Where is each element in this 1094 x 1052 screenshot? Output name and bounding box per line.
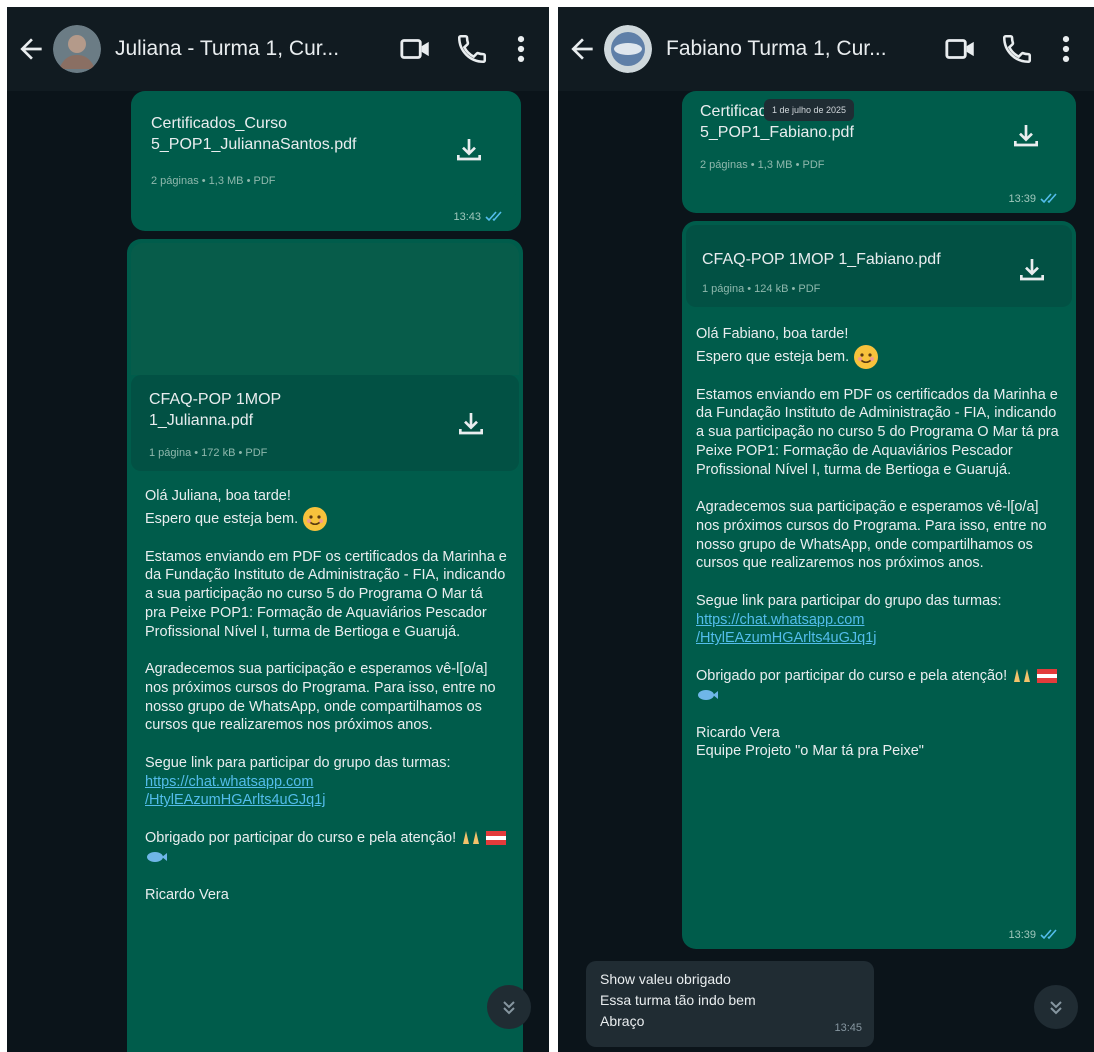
paragraph-thanks: Agradecemos sua participação e esperamos… (696, 499, 1047, 572)
document-name-line: 5_POP1_Fabiano.pdf (700, 124, 854, 141)
paragraph-thanks: Agradecemos sua participação e esperamos… (145, 661, 496, 734)
message-list[interactable]: Certificados_Curso 5_POP1_Fabiano.pdf 2 … (558, 91, 1094, 1052)
document-name-line: 5_POP1_JuliannaSantos.pdf (151, 136, 357, 153)
back-arrow-icon[interactable] (15, 33, 47, 65)
incoming-message[interactable]: Show valeu obrigado Essa turma tão indo … (586, 961, 874, 1047)
message-line: Show valeu obrigado (600, 971, 731, 987)
wish-text: Espero que esteja bem. (696, 348, 850, 365)
document-name: Certificados_Curso 5_POP1_JuliannaSantos… (151, 113, 441, 155)
link-line[interactable]: /HtylEAzumHGArlts4uGJq1j (145, 792, 326, 808)
contact-name[interactable]: Juliana - Turma 1, Cur... (115, 37, 399, 61)
chat-header: Fabiano Turma 1, Cur... (558, 7, 1094, 91)
contact-avatar[interactable] (604, 25, 652, 73)
brazil-flag-emoji (1037, 669, 1058, 684)
scroll-down-icon (1050, 1001, 1062, 1015)
message-text: Olá Juliana, boa tarde! Espero que estej… (145, 487, 507, 923)
document-card[interactable]: Certificados_Curso 5_POP1_Fabiano.pdf 2 … (686, 95, 1072, 185)
contact-avatar[interactable] (53, 25, 101, 73)
link-intro: Segue link para participar do grupo das … (145, 755, 451, 772)
document-message[interactable]: Certificados_Curso 5_POP1_JuliannaSantos… (131, 91, 521, 231)
wish-text: Espero que esteja bem. (145, 510, 299, 527)
document-card[interactable]: CFAQ-POP 1MOP 1_Julianna.pdf 1 página • … (131, 375, 519, 471)
document-meta: 2 páginas • 1,3 MB • PDF (700, 159, 825, 171)
paragraph-certificates: Estamos enviando em PDF os certificados … (696, 386, 1059, 478)
document-message-with-caption[interactable]: CFAQ-POP 1MOP 1_Fabiano.pdf 1 página • 1… (682, 221, 1076, 949)
message-time: 13:39 (1008, 193, 1062, 205)
link-line[interactable]: https://chat.whatsapp.com (696, 612, 864, 628)
document-name: CFAQ-POP 1MOP 1_Fabiano.pdf (702, 251, 941, 268)
message-list[interactable]: Certificados_Curso 5_POP1_JuliannaSantos… (7, 91, 549, 1052)
chat-header: Juliana - Turma 1, Cur... (7, 7, 549, 91)
more-options-icon[interactable] (511, 32, 531, 66)
link-line[interactable]: /HtylEAzumHGArlts4uGJq1j (696, 630, 877, 646)
signature-text: Ricardo Vera (696, 724, 780, 741)
praying-hands-emoji (1014, 669, 1031, 683)
document-message[interactable]: Certificados_Curso 5_POP1_Fabiano.pdf 2 … (682, 91, 1076, 213)
time-label: 13:43 (453, 211, 481, 223)
message-time: 13:39 (1008, 929, 1062, 941)
group-link[interactable]: https://chat.whatsapp.com/HtylEAzumHGArl… (696, 612, 877, 647)
document-meta: 2 páginas • 1,3 MB • PDF (151, 175, 276, 187)
contact-name[interactable]: Fabiano Turma 1, Cur... (666, 37, 944, 61)
fish-emoji (698, 690, 718, 701)
praying-hands-emoji (463, 831, 480, 845)
date-chip: 1 de julho de 2025 (764, 99, 855, 121)
download-icon[interactable] (1016, 255, 1048, 287)
team-text: Equipe Projeto "o Mar tá pra Peixe" (696, 743, 924, 760)
link-intro: Segue link para participar do grupo das … (696, 593, 1002, 610)
thanks-text: Obrigado por participar do curso e pela … (145, 830, 457, 847)
more-options-icon[interactable] (1056, 32, 1076, 66)
link-line[interactable]: https://chat.whatsapp.com (145, 774, 313, 790)
video-call-icon[interactable] (944, 32, 978, 66)
document-card[interactable]: Certificados_Curso 5_POP1_JuliannaSantos… (135, 95, 517, 199)
thanks-text: Obrigado por participar do curso e pela … (696, 668, 1008, 685)
document-meta: 1 página • 172 kB • PDF (149, 447, 268, 459)
scroll-to-bottom-button[interactable] (1034, 985, 1078, 1029)
read-ticks-icon (485, 211, 502, 222)
back-arrow-icon[interactable] (566, 33, 598, 65)
video-call-icon[interactable] (399, 32, 433, 66)
right-chat-screen: Fabiano Turma 1, Cur... Certificados_Cur… (558, 7, 1094, 1052)
message-time: 13:43 (453, 211, 507, 223)
left-chat-screen: Juliana - Turma 1, Cur... Certificados_C… (7, 7, 549, 1052)
read-ticks-icon (1040, 193, 1057, 204)
smiling-face-emoji (854, 344, 879, 369)
paragraph-certificates: Estamos enviando em PDF os certificados … (145, 548, 507, 640)
greeting-text: Olá Fabiano, boa tarde! (696, 326, 849, 342)
download-icon[interactable] (453, 135, 485, 167)
smiling-face-emoji (303, 506, 328, 531)
document-name-line: Certificados_Curso (151, 115, 288, 132)
document-name-line: CFAQ-POP 1MOP (149, 391, 282, 408)
time-label: 13:39 (1008, 929, 1036, 941)
voice-call-icon[interactable] (455, 32, 489, 66)
read-ticks-icon (1040, 929, 1057, 940)
message-time: 13:45 (834, 1022, 862, 1034)
signature-text: Ricardo Vera (145, 886, 229, 903)
incoming-message-text: Show valeu obrigado Essa turma tão indo … (600, 969, 756, 1032)
message-text: Olá Fabiano, boa tarde! Espero que estej… (696, 325, 1064, 761)
greeting-text: Olá Juliana, boa tarde! (145, 488, 291, 504)
scroll-down-icon (503, 1001, 515, 1015)
document-name-line: 1_Julianna.pdf (149, 412, 254, 429)
document-name: CFAQ-POP 1MOP 1_Julianna.pdf (149, 389, 429, 431)
fish-emoji (147, 852, 167, 863)
message-line: Abraço (600, 1013, 645, 1029)
document-card[interactable]: CFAQ-POP 1MOP 1_Fabiano.pdf 1 página • 1… (686, 225, 1072, 307)
document-preview[interactable] (131, 243, 519, 375)
scroll-to-bottom-button[interactable] (487, 985, 531, 1029)
document-message-with-caption[interactable]: CFAQ-POP 1MOP 1_Julianna.pdf 1 página • … (127, 239, 523, 1052)
brazil-flag-emoji (486, 831, 507, 846)
download-icon[interactable] (1010, 121, 1042, 153)
download-icon[interactable] (455, 409, 487, 441)
group-link[interactable]: https://chat.whatsapp.com/HtylEAzumHGArl… (145, 774, 326, 809)
message-line: Essa turma tão indo bem (600, 992, 756, 1008)
time-label: 13:39 (1008, 193, 1036, 205)
document-meta: 1 página • 124 kB • PDF (702, 283, 821, 295)
voice-call-icon[interactable] (1000, 32, 1034, 66)
